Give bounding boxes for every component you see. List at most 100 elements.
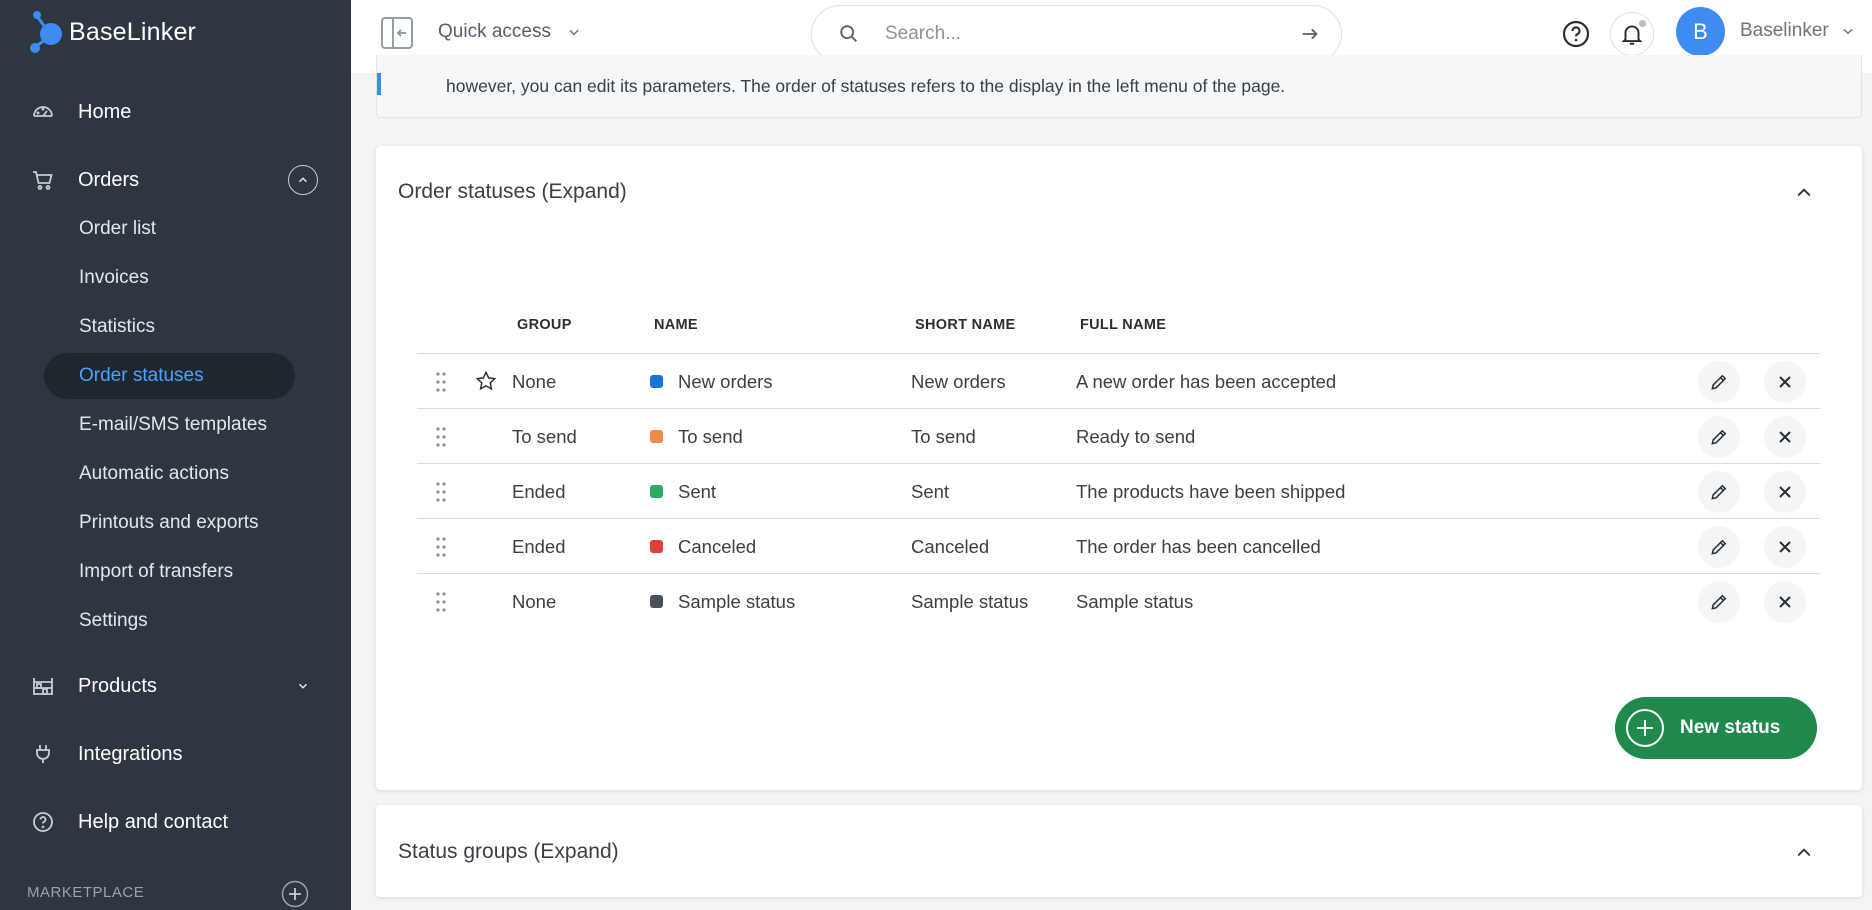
drag-handle-icon[interactable] xyxy=(434,481,448,503)
sidebar-subitem-label: Import of transfers xyxy=(79,561,234,582)
new-status-button[interactable]: New status xyxy=(1615,697,1817,759)
chevron-down-icon xyxy=(1843,28,1853,35)
sidebar-subitem-label: Order statuses xyxy=(79,365,204,386)
column-header-group: GROUP xyxy=(517,317,572,333)
help-button[interactable] xyxy=(1554,12,1598,56)
drag-handle-icon[interactable] xyxy=(434,426,448,448)
cell-group: To send xyxy=(512,425,577,447)
status-name: To send xyxy=(678,425,743,447)
edit-status-button[interactable] xyxy=(1698,581,1740,623)
marketplace-label: MARKETPLACE xyxy=(27,884,145,901)
pencil-icon xyxy=(1711,374,1727,390)
collapse-orders-button[interactable] xyxy=(288,165,318,195)
sidebar-item-products[interactable]: Products xyxy=(28,666,318,706)
sidebar-subitem-settings[interactable]: Settings xyxy=(44,598,295,644)
pencil-icon xyxy=(1711,484,1727,500)
sidebar-subitem-label: Settings xyxy=(79,610,148,631)
delete-status-button[interactable] xyxy=(1764,361,1806,403)
cell-name: To send xyxy=(650,409,743,464)
sidebar-subitem-order-list[interactable]: Order list xyxy=(44,206,295,252)
quick-access-dropdown[interactable]: Quick access xyxy=(438,21,581,43)
info-accent-bar xyxy=(377,73,381,95)
cell-group: None xyxy=(512,370,557,392)
cell-group: None xyxy=(512,590,557,612)
sidebar-subitem-order-statuses[interactable]: Order statuses xyxy=(44,353,295,399)
sidebar-subitem-label: Order list xyxy=(79,218,157,239)
card-title[interactable]: Status groups (Expand) xyxy=(398,840,619,864)
chevron-down-icon xyxy=(298,683,308,689)
delete-status-button[interactable] xyxy=(1764,581,1806,623)
table-row: None Sample status Sample status Sample sta… xyxy=(417,573,1820,628)
chevron-down-icon xyxy=(569,29,579,36)
edit-status-button[interactable] xyxy=(1698,416,1740,458)
edit-status-button[interactable] xyxy=(1698,526,1740,568)
pencil-icon xyxy=(1711,539,1727,555)
sidebar-subitem-invoices[interactable]: Invoices xyxy=(44,255,295,301)
add-marketplace-plus-icon[interactable] xyxy=(281,880,309,908)
sidebar-item-orders[interactable]: Orders xyxy=(28,160,318,200)
app-name: BaseLinker xyxy=(69,17,197,46)
column-header-short-name: SHORT NAME xyxy=(915,317,1016,333)
sidebar-subitem-label: E-mail/SMS templates xyxy=(79,414,267,435)
table-row: Ended Sent Sent The products have been ship… xyxy=(417,463,1820,518)
sidebar-subitem-label: Printouts and exports xyxy=(79,512,259,533)
sidebar-item-help-contact[interactable]: Help and contact xyxy=(28,802,318,842)
table-row: Ended Canceled Canceled The order has been … xyxy=(417,518,1820,573)
table-row: None New orders New orders A new order has … xyxy=(417,353,1820,408)
sidebar-subitem-statistics[interactable]: Statistics xyxy=(44,304,295,350)
sidebar-subitem-email-sms-templates[interactable]: E-mail/SMS templates xyxy=(44,402,295,448)
pencil-icon xyxy=(1711,429,1727,445)
status-color-swatch xyxy=(650,485,663,498)
star-icon[interactable] xyxy=(475,370,497,392)
status-color-swatch xyxy=(650,540,663,553)
close-icon xyxy=(1779,376,1791,388)
sidebar-subitem-printouts-exports[interactable]: Printouts and exports xyxy=(44,500,295,546)
warehouse-shelf-icon xyxy=(28,671,58,701)
delete-status-button[interactable] xyxy=(1764,471,1806,513)
delete-status-button[interactable] xyxy=(1764,416,1806,458)
baselinker-logo-icon xyxy=(30,11,62,53)
sidebar-item-label: Integrations xyxy=(78,742,183,765)
edit-status-button[interactable] xyxy=(1698,471,1740,513)
cell-full-name: Ready to send xyxy=(1076,425,1196,447)
chevron-up-icon[interactable] xyxy=(1794,843,1814,863)
sidebar-item-label: Products xyxy=(78,674,157,697)
drag-handle-icon[interactable] xyxy=(434,371,448,393)
search-input[interactable]: Search... xyxy=(885,23,1299,45)
drag-handle-icon[interactable] xyxy=(434,536,448,558)
sidebar-subitem-automatic-actions[interactable]: Automatic actions xyxy=(44,451,295,497)
card-title[interactable]: Order statuses (Expand) xyxy=(398,180,627,204)
sidebar-toggle-icon[interactable] xyxy=(380,16,414,50)
arrow-right-icon[interactable] xyxy=(1299,23,1321,45)
cell-name: Canceled xyxy=(650,519,756,574)
status-color-swatch xyxy=(650,430,663,443)
table-row: To send To send To send Ready to send xyxy=(417,408,1820,463)
status-name: Sent xyxy=(678,480,717,502)
sidebar-subitem-label: Automatic actions xyxy=(79,463,229,484)
column-header-full-name: FULL NAME xyxy=(1080,317,1167,333)
user-menu[interactable]: Baselinker xyxy=(1740,20,1855,42)
sidebar-item-integrations[interactable]: Integrations xyxy=(28,734,318,774)
sidebar-subitem-import-transfers[interactable]: Import of transfers xyxy=(44,549,295,595)
sidebar-item-home[interactable]: Home xyxy=(28,92,318,132)
drag-handle-icon[interactable] xyxy=(434,591,448,613)
edit-status-button[interactable] xyxy=(1698,361,1740,403)
new-status-label: New status xyxy=(1680,717,1781,738)
cell-full-name: Sample status xyxy=(1076,590,1194,612)
delete-status-button[interactable] xyxy=(1764,526,1806,568)
chevron-up-icon[interactable] xyxy=(1794,183,1814,203)
cell-full-name: The products have been shipped xyxy=(1076,480,1346,502)
status-name: New orders xyxy=(678,370,773,392)
logo[interactable]: BaseLinker xyxy=(27,10,196,54)
search-icon xyxy=(840,25,857,42)
cell-full-name: A new order has been accepted xyxy=(1076,370,1337,392)
status-color-swatch xyxy=(650,595,663,608)
notification-dot xyxy=(1637,18,1648,29)
chevron-up-icon xyxy=(298,177,308,183)
close-icon xyxy=(1779,541,1791,553)
cell-group: Ended xyxy=(512,480,566,502)
sidebar-subitem-label: Invoices xyxy=(79,267,149,288)
avatar[interactable]: B xyxy=(1676,7,1725,56)
notifications-button[interactable] xyxy=(1610,12,1654,56)
expand-products-button[interactable] xyxy=(288,671,318,701)
